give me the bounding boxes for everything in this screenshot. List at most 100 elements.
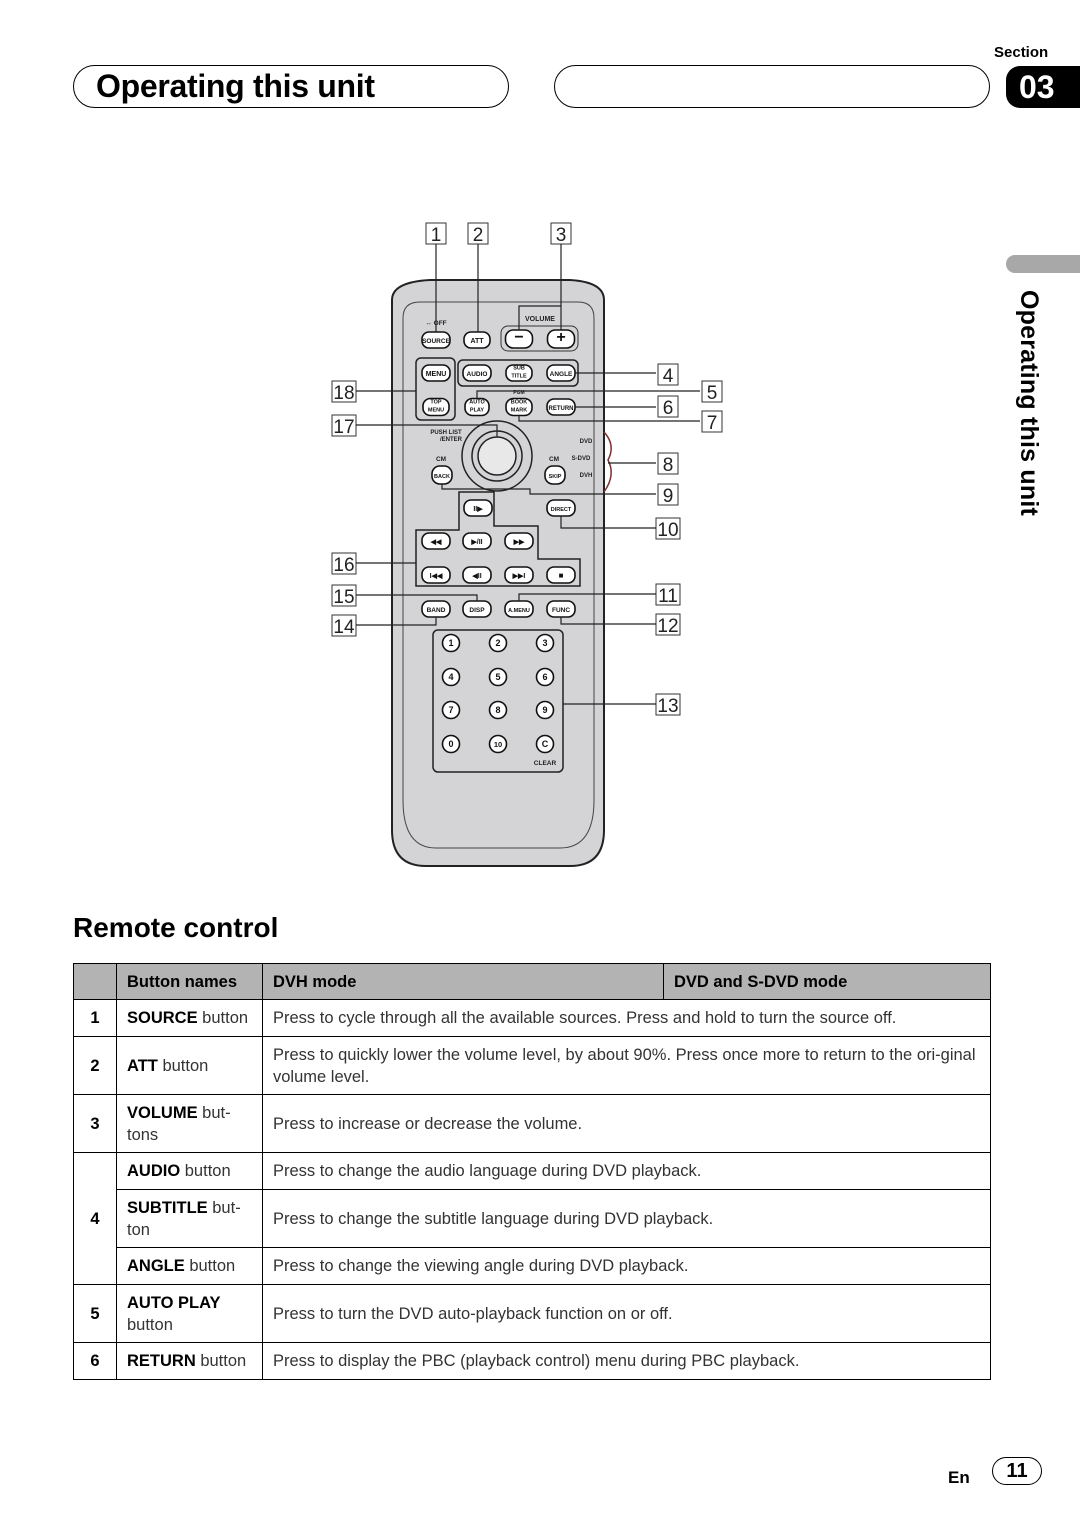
callout-13: 13	[655, 693, 681, 717]
callout-number: 14	[333, 617, 355, 638]
keypad-C-button[interactable]: C	[535, 734, 555, 754]
header-blank-box	[554, 65, 990, 108]
panel-label-dvh: DVH	[580, 473, 593, 479]
row-number: 5	[73, 1284, 117, 1343]
step-back-button[interactable]: ◀II	[462, 566, 492, 584]
keypad-0-button[interactable]: 0	[441, 734, 461, 754]
chapter-title-box: Operating this unit	[73, 65, 509, 108]
stop-button[interactable]: ■	[546, 566, 576, 584]
subtitle-button-label: TITLE	[511, 374, 527, 380]
volume-down-button[interactable]: −	[504, 329, 534, 349]
band-button[interactable]: BAND	[421, 600, 451, 618]
subtitle-button[interactable]: SUB TITLE	[505, 364, 533, 382]
callout-number: 11	[658, 586, 678, 607]
section-number-badge: 03	[1006, 66, 1080, 108]
top-menu-button[interactable]: TOP MENU	[422, 397, 450, 417]
att-button[interactable]: ATT	[463, 331, 491, 349]
source-button[interactable]: SOURCE	[421, 331, 451, 349]
keypad-9-button[interactable]: 9	[535, 700, 555, 720]
fast-forward-button[interactable]: ▶▶	[504, 532, 534, 550]
callout-15: 15	[331, 584, 357, 608]
row-number: 4	[73, 1152, 117, 1285]
callout-number: 2	[473, 225, 484, 246]
keypad-0-button-label: 0	[448, 739, 453, 749]
button-description: Press to turn the DVD auto-playback func…	[262, 1284, 991, 1343]
callout-11: 11	[655, 583, 681, 607]
keypad-1-button[interactable]: 1	[441, 633, 461, 653]
remote-control-illustration: SOURCE ATT − + MENU AUDIO SUB TITLE ANGLE TOP MENU…	[331, 222, 723, 867]
auto-play-button[interactable]: AUTO PLAY	[464, 397, 490, 417]
subtitle-button-label: SUB	[513, 366, 525, 372]
callout-18: 18	[331, 380, 357, 404]
att-button-label: ATT	[470, 338, 484, 345]
rewind-button-label: ◀◀	[430, 539, 442, 546]
button-name: RETURN button	[116, 1342, 263, 1380]
disp-button[interactable]: DISP	[462, 600, 492, 618]
play-pause-button[interactable]: ▶/II	[462, 532, 492, 550]
callout-7: 7	[701, 410, 723, 434]
a-menu-button-label: A.MENU	[508, 608, 530, 614]
callout-10: 10	[655, 517, 681, 541]
table-row: 5 AUTO PLAY button Press to turn the DVD a…	[73, 1284, 991, 1343]
button-name-suffix: button	[184, 1257, 236, 1275]
keypad-5-button-label: 5	[495, 672, 500, 682]
bookmark-button[interactable]: BOOK MARK	[505, 397, 533, 417]
button-name-bold: ATT	[127, 1056, 158, 1075]
audio-button[interactable]: AUDIO	[462, 364, 492, 382]
bookmark-button-label: BOOK	[511, 400, 528, 406]
row-number: 1	[73, 999, 117, 1037]
keypad-3-button[interactable]: 3	[535, 633, 555, 653]
keypad-10-button[interactable]: 10	[488, 734, 508, 754]
side-index-tab	[1006, 255, 1080, 273]
rewind-button[interactable]: ◀◀	[421, 532, 451, 550]
func-button-label: FUNC	[552, 607, 570, 614]
callout-4: 4	[657, 363, 679, 387]
keypad-5-button[interactable]: 5	[488, 667, 508, 687]
previous-track-button[interactable]: I◀◀	[421, 566, 451, 584]
callout-number: 15	[333, 587, 354, 608]
func-button[interactable]: FUNC	[546, 600, 576, 618]
keypad-4-button-label: 4	[448, 672, 453, 682]
menu-button[interactable]: MENU	[421, 364, 451, 382]
button-name-bold: AUTO PLAY	[127, 1293, 221, 1312]
table-row: SUBTITLE but-ton Press to change the subt…	[74, 1189, 991, 1248]
angle-button[interactable]: ANGLE	[546, 364, 576, 382]
callout-3: 3	[550, 222, 572, 246]
back-button-label: BACK	[434, 474, 450, 480]
button-name-bold: SUBTITLE	[127, 1198, 208, 1217]
panel-label-pgm: PGM	[513, 390, 524, 396]
top-menu-button-label: MENU	[428, 408, 444, 414]
next-track-button[interactable]: ▶▶I	[504, 566, 534, 584]
button-name-suffix: button	[195, 1352, 247, 1370]
button-name-suffix: button	[157, 1056, 209, 1075]
slow-play-button[interactable]: II▶	[463, 499, 493, 517]
button-name: ANGLE button	[116, 1247, 263, 1285]
callout-9: 9	[657, 483, 679, 507]
chapter-title: Operating this unit	[96, 68, 375, 104]
callout-number: 8	[663, 455, 674, 476]
language-label: En	[948, 1468, 970, 1487]
return-button-label: RETURN	[549, 406, 574, 412]
keypad-1-button-label: 1	[448, 638, 453, 648]
fast-forward-button-label: ▶▶	[513, 539, 525, 546]
direct-button[interactable]: DIRECT	[546, 499, 576, 517]
volume-up-button[interactable]: +	[546, 329, 576, 349]
keypad-8-button[interactable]: 8	[488, 700, 508, 720]
button-name-suffix: button	[197, 1009, 249, 1027]
button-description: Press to display the PBC (playback contr…	[262, 1342, 991, 1380]
callout-number: 17	[333, 417, 354, 438]
a-menu-button[interactable]: A.MENU	[504, 600, 534, 618]
page-number: 11	[992, 1457, 1042, 1485]
keypad-7-button[interactable]: 7	[441, 700, 461, 720]
return-button[interactable]: RETURN	[546, 398, 576, 416]
keypad-4-button[interactable]: 4	[441, 667, 461, 687]
skip-button[interactable]: SKIP	[544, 465, 566, 485]
callout-number: 10	[657, 520, 678, 541]
back-button[interactable]: BACK	[431, 465, 453, 485]
next-track-button-label: ▶▶I	[512, 573, 526, 580]
table-row: ANGLE button Press to change the viewing …	[74, 1247, 991, 1285]
keypad-6-button[interactable]: 6	[535, 667, 555, 687]
keypad-2-button[interactable]: 2	[488, 633, 508, 653]
side-tab-label: Operating this unit	[1015, 290, 1043, 517]
button-description: Press to change the viewing angle during…	[262, 1247, 991, 1285]
